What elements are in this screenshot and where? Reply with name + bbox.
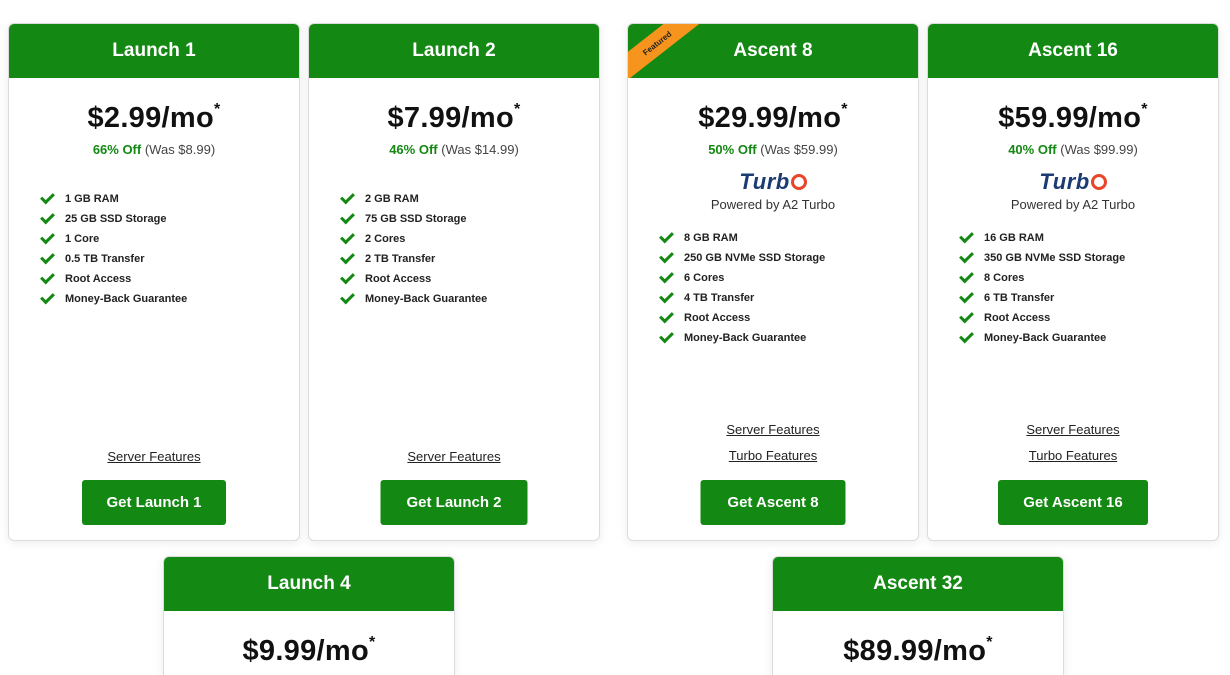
check-icon bbox=[659, 288, 674, 304]
check-icon bbox=[340, 229, 355, 245]
check-icon bbox=[959, 248, 974, 264]
plan-card-launch-1: Launch 1 $2.99/mo* 66% Off (Was $8.99) 1… bbox=[8, 23, 300, 541]
feature-list: 1 GB RAM 25 GB SSD Storage 1 Core 0.5 TB… bbox=[9, 189, 299, 309]
check-icon bbox=[659, 228, 674, 244]
feature-item: Root Access bbox=[659, 308, 918, 328]
feature-item: 250 GB NVMe SSD Storage bbox=[659, 248, 918, 268]
feature-item: 6 Cores bbox=[659, 268, 918, 288]
feature-item: 6 TB Transfer bbox=[959, 288, 1218, 308]
check-icon bbox=[959, 328, 974, 344]
check-icon bbox=[959, 268, 974, 284]
feature-item: Root Access bbox=[40, 269, 299, 289]
turbo-logo: Turb bbox=[628, 169, 918, 195]
check-icon bbox=[340, 269, 355, 285]
plan-title-text: Ascent 8 bbox=[733, 40, 813, 61]
plan-card-launch-4: Launch 4 $9.99/mo* bbox=[163, 556, 455, 675]
feature-list: 8 GB RAM 250 GB NVMe SSD Storage 6 Cores… bbox=[628, 228, 918, 348]
check-icon bbox=[40, 209, 55, 225]
feature-list: 2 GB RAM 75 GB SSD Storage 2 Cores 2 TB … bbox=[309, 189, 599, 309]
plan-discount: 46% Off (Was $14.99) bbox=[389, 142, 519, 157]
feature-item: 75 GB SSD Storage bbox=[340, 209, 599, 229]
check-icon bbox=[959, 308, 974, 324]
turbo-logo: Turb bbox=[928, 169, 1218, 195]
feature-item: 8 GB RAM bbox=[659, 228, 918, 248]
server-features-link[interactable]: Server Features bbox=[309, 449, 599, 464]
feature-item: 2 GB RAM bbox=[340, 189, 599, 209]
turbo-subtitle: Powered by A2 Turbo bbox=[1010, 197, 1136, 212]
turbo-features-link[interactable]: Turbo Features bbox=[928, 448, 1218, 463]
featured-ribbon: Featured bbox=[628, 24, 708, 78]
check-icon bbox=[659, 248, 674, 264]
turbo-o-icon bbox=[1090, 174, 1107, 190]
plan-price: $7.99/mo* bbox=[387, 101, 521, 134]
plan-price: $59.99/mo* bbox=[998, 101, 1148, 134]
plan-title: Launch 1 bbox=[9, 24, 299, 78]
feature-item: 16 GB RAM bbox=[959, 228, 1218, 248]
check-icon bbox=[340, 209, 355, 225]
turbo-subtitle: Powered by A2 Turbo bbox=[710, 197, 836, 212]
get-launch-1-button[interactable]: Get Launch 1 bbox=[82, 480, 226, 525]
plan-price: $89.99/mo* bbox=[843, 634, 993, 667]
feature-item: 25 GB SSD Storage bbox=[40, 209, 299, 229]
feature-item: 0.5 TB Transfer bbox=[40, 249, 299, 269]
plan-card-launch-2: Launch 2 $7.99/mo* 46% Off (Was $14.99) … bbox=[308, 23, 600, 541]
check-icon bbox=[40, 229, 55, 245]
feature-list: 16 GB RAM 350 GB NVMe SSD Storage 8 Core… bbox=[928, 228, 1218, 348]
check-icon bbox=[959, 288, 974, 304]
feature-item: Money-Back Guarantee bbox=[659, 328, 918, 348]
plan-title: Ascent 32 bbox=[773, 557, 1063, 611]
plan-card-ascent-32: Ascent 32 $89.99/mo* bbox=[772, 556, 1064, 675]
feature-item: Money-Back Guarantee bbox=[959, 328, 1218, 348]
check-icon bbox=[659, 268, 674, 284]
turbo-o-icon bbox=[790, 174, 807, 190]
check-icon bbox=[659, 308, 674, 324]
plan-price: $9.99/mo* bbox=[242, 634, 376, 667]
check-icon bbox=[659, 328, 674, 344]
get-launch-2-button[interactable]: Get Launch 2 bbox=[380, 480, 528, 525]
plan-discount: 40% Off (Was $99.99) bbox=[1008, 142, 1138, 157]
check-icon bbox=[40, 249, 55, 265]
check-icon bbox=[959, 228, 974, 244]
feature-item: Root Access bbox=[959, 308, 1218, 328]
plan-title: Launch 2 bbox=[309, 24, 599, 78]
plan-title: Ascent 16 bbox=[928, 24, 1218, 78]
feature-item: 350 GB NVMe SSD Storage bbox=[959, 248, 1218, 268]
plan-discount: 66% Off (Was $8.99) bbox=[92, 142, 216, 157]
check-icon bbox=[40, 289, 55, 305]
feature-item: 4 TB Transfer bbox=[659, 288, 918, 308]
plan-card-ascent-8: Featured Ascent 8 $29.99/mo* 50% Off (Wa… bbox=[627, 23, 919, 541]
server-features-link[interactable]: Server Features bbox=[928, 422, 1218, 437]
feature-item: 8 Cores bbox=[959, 268, 1218, 288]
check-icon bbox=[40, 189, 55, 205]
check-icon bbox=[40, 269, 55, 285]
check-icon bbox=[340, 249, 355, 265]
feature-item: 1 Core bbox=[40, 229, 299, 249]
check-icon bbox=[340, 289, 355, 305]
plan-price: $29.99/mo* bbox=[698, 101, 848, 134]
get-ascent-16-button[interactable]: Get Ascent 16 bbox=[998, 480, 1148, 525]
feature-item: Money-Back Guarantee bbox=[40, 289, 299, 309]
turbo-features-link[interactable]: Turbo Features bbox=[628, 448, 918, 463]
feature-item: 1 GB RAM bbox=[40, 189, 299, 209]
feature-item: Money-Back Guarantee bbox=[340, 289, 599, 309]
plan-title: Launch 4 bbox=[164, 557, 454, 611]
feature-item: 2 Cores bbox=[340, 229, 599, 249]
check-icon bbox=[340, 189, 355, 205]
plan-discount: 50% Off (Was $59.99) bbox=[708, 142, 838, 157]
feature-item: Root Access bbox=[340, 269, 599, 289]
server-features-link[interactable]: Server Features bbox=[628, 422, 918, 437]
server-features-link[interactable]: Server Features bbox=[9, 449, 299, 464]
plan-card-ascent-16: Ascent 16 $59.99/mo* 40% Off (Was $99.99… bbox=[927, 23, 1219, 541]
plan-title: Featured Ascent 8 bbox=[628, 24, 918, 78]
plan-price: $2.99/mo* bbox=[87, 101, 221, 134]
turbo-badge: Turb Powered by A2 Turbo bbox=[928, 169, 1218, 212]
turbo-badge: Turb Powered by A2 Turbo bbox=[628, 169, 918, 212]
get-ascent-8-button[interactable]: Get Ascent 8 bbox=[700, 480, 846, 525]
feature-item: 2 TB Transfer bbox=[340, 249, 599, 269]
